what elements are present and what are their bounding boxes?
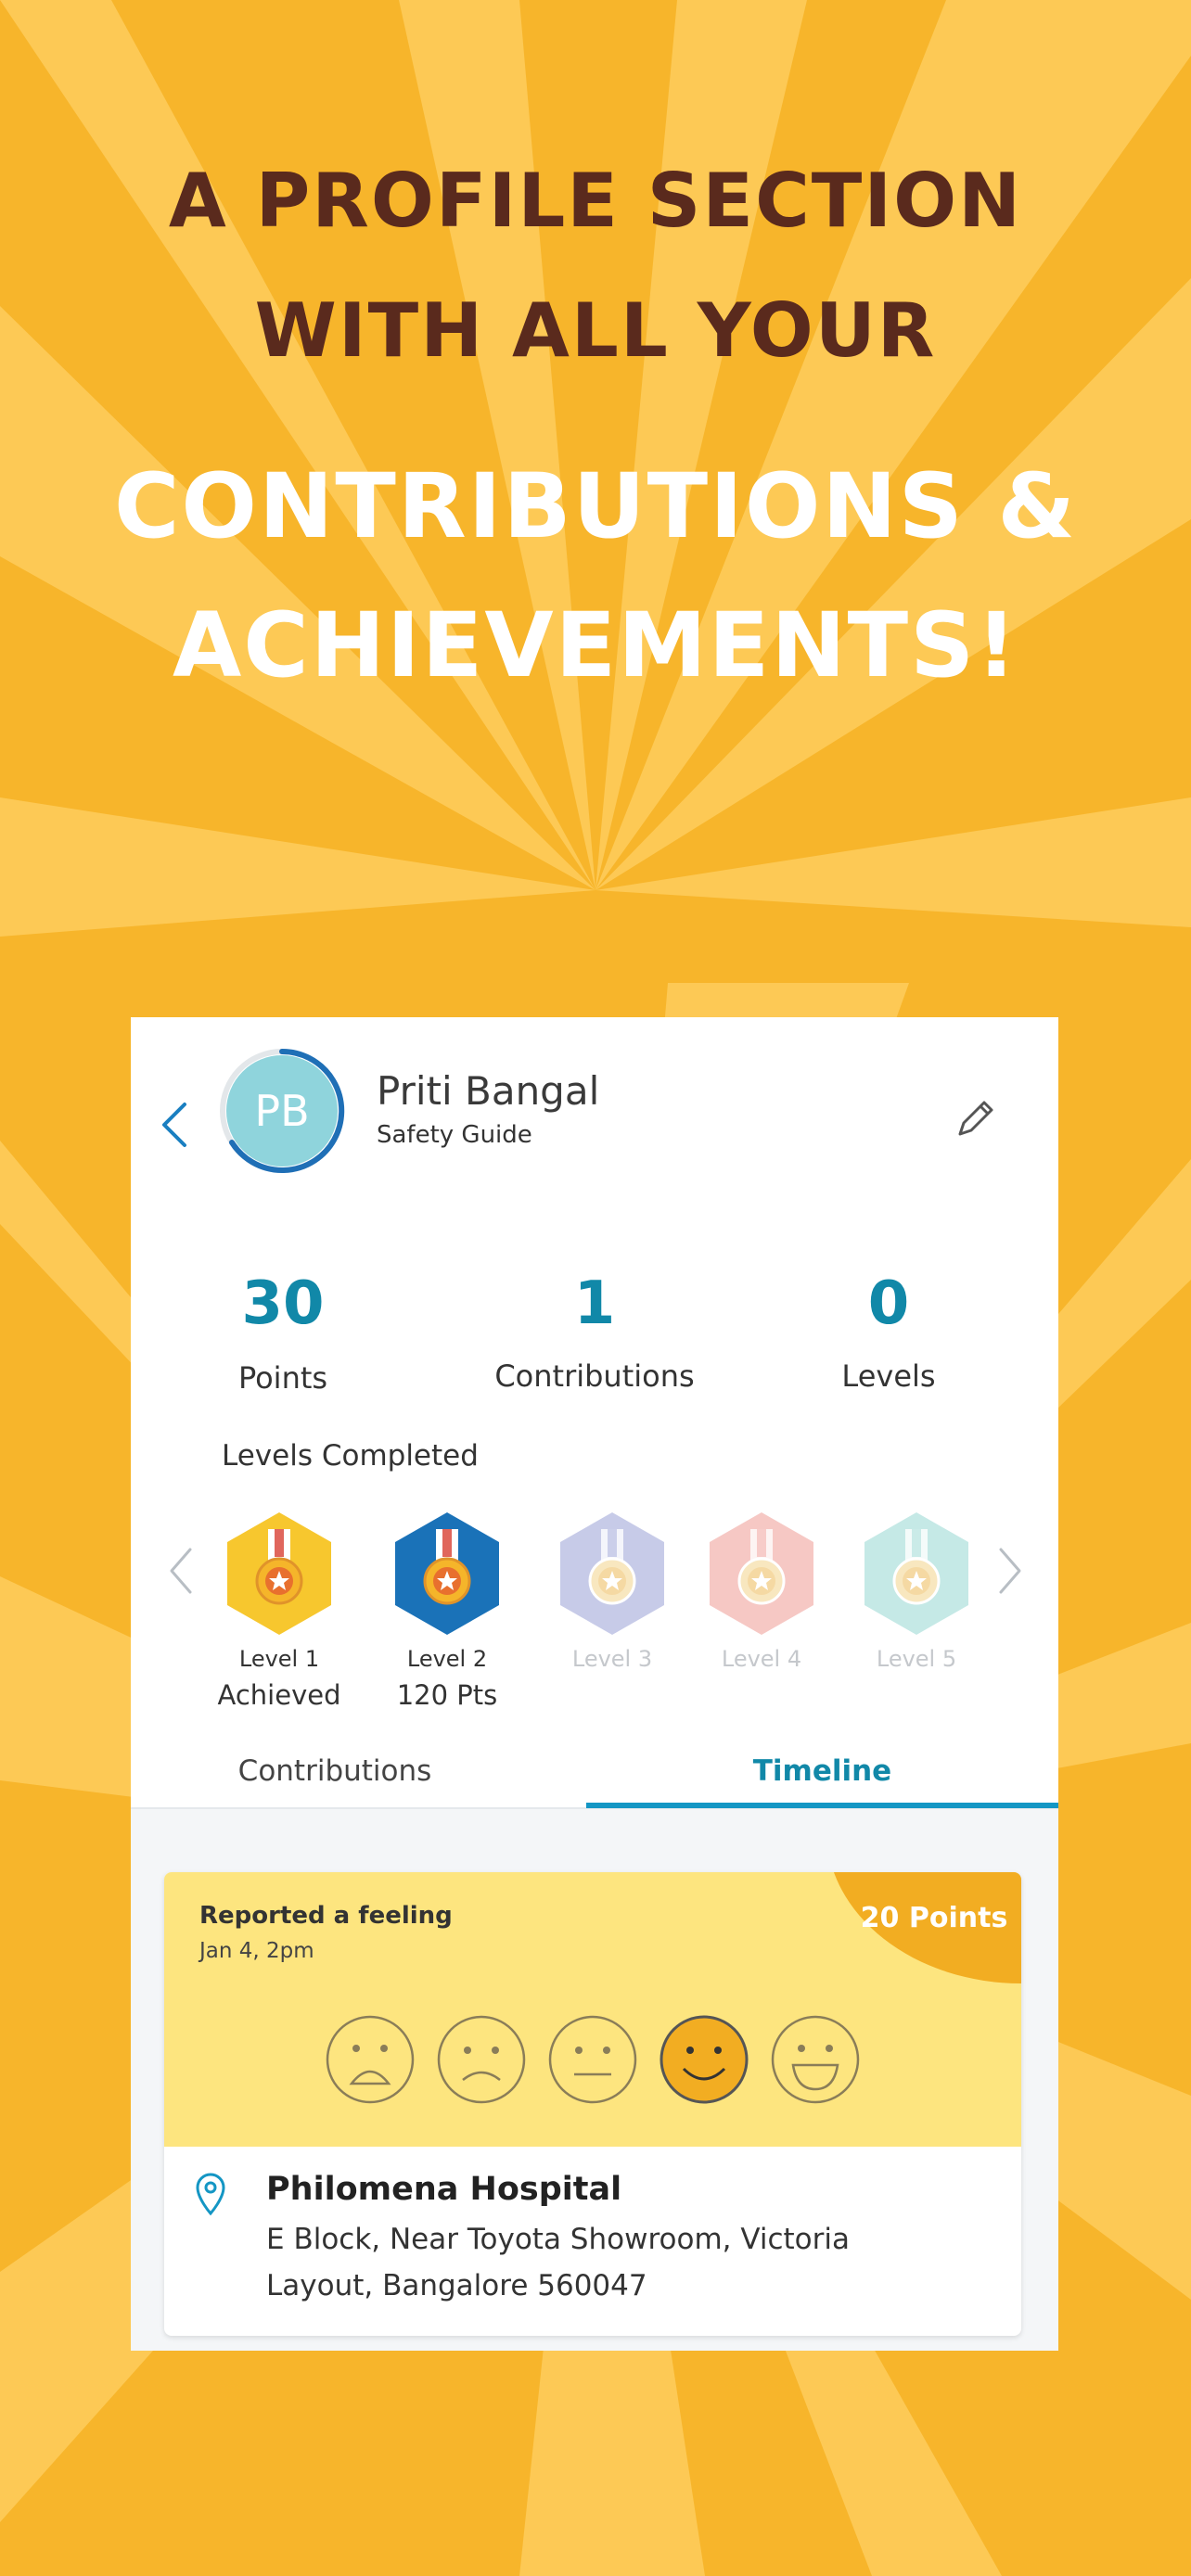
- profile-role: Safety Guide: [377, 1121, 532, 1149]
- headline-line-1: A PROFILE SECTION: [168, 158, 1023, 244]
- points-label: Points: [237, 1360, 328, 1396]
- location-address-line-2: Layout, Bangalore 560047: [266, 2269, 647, 2302]
- avatar-initials: PB: [254, 1086, 310, 1136]
- level-1-badge-icon: [227, 1512, 331, 1635]
- headline-line-3: CONTRIBUTIONS &: [113, 454, 1078, 558]
- profile-screen-card: PB Priti Bangal Safety Guide 30 Points 1…: [131, 1017, 1058, 2351]
- location-name: Philomena Hospital: [266, 2171, 622, 2208]
- points-value: 30: [241, 1269, 325, 1338]
- level-4-badge-icon: [710, 1512, 813, 1635]
- level-3-label: Level 3: [571, 1646, 653, 1672]
- tab-timeline[interactable]: Timeline: [586, 1754, 1058, 1788]
- chevron-left-icon[interactable]: [157, 1099, 194, 1151]
- headline-line-2: WITH ALL YOUR: [254, 287, 937, 374]
- pencil-icon[interactable]: [947, 1091, 1003, 1147]
- levels-completed-title: Levels Completed: [222, 1439, 479, 1473]
- level-2-badge-icon: [395, 1512, 499, 1635]
- level-1-label: Level 1: [238, 1646, 320, 1672]
- level-5-label: Level 5: [876, 1646, 957, 1672]
- level-2-status: 120 Pts: [396, 1679, 498, 1711]
- points-badge: 20 Points: [860, 1902, 1008, 1934]
- contributions-label: Contributions: [494, 1358, 695, 1394]
- timeline-card[interactable]: 20 Points Reported a feeling Jan 4, 2pm: [164, 1872, 1021, 2336]
- smile-face-icon[interactable]: [658, 2013, 750, 2106]
- feeling-date: Jan 4, 2pm: [199, 1939, 314, 1963]
- level-5-badge-icon: [864, 1512, 968, 1635]
- levels-label: Levels: [841, 1358, 936, 1394]
- feeling-section: 20 Points Reported a feeling Jan 4, 2pm: [164, 1872, 1021, 2147]
- level-1-status: Achieved: [217, 1679, 341, 1711]
- contributions-value: 1: [573, 1269, 616, 1338]
- level-4-label: Level 4: [721, 1646, 802, 1672]
- feeling-title: Reported a feeling: [199, 1902, 453, 1930]
- level-2-label: Level 2: [406, 1646, 488, 1672]
- profile-name: Priti Bangal: [377, 1068, 600, 1114]
- neutral-face-icon[interactable]: [546, 2013, 639, 2106]
- tab-contributions[interactable]: Contributions: [131, 1754, 539, 1788]
- shocked-face-icon[interactable]: [324, 2013, 416, 2106]
- chevron-right-icon[interactable]: [992, 1538, 1029, 1603]
- chevron-left-icon[interactable]: [162, 1538, 199, 1603]
- levels-value: 0: [867, 1269, 910, 1338]
- level-3-badge-icon: [560, 1512, 664, 1635]
- tab-active-indicator: [586, 1803, 1058, 1808]
- happy-face-icon[interactable]: [769, 2013, 862, 2106]
- location-pin-icon: [196, 2173, 225, 2216]
- headline-line-4: ACHIEVEMENTS!: [172, 593, 1019, 697]
- location-address-line-1: E Block, Near Toyota Showroom, Victoria: [266, 2223, 851, 2256]
- sad-face-icon[interactable]: [435, 2013, 528, 2106]
